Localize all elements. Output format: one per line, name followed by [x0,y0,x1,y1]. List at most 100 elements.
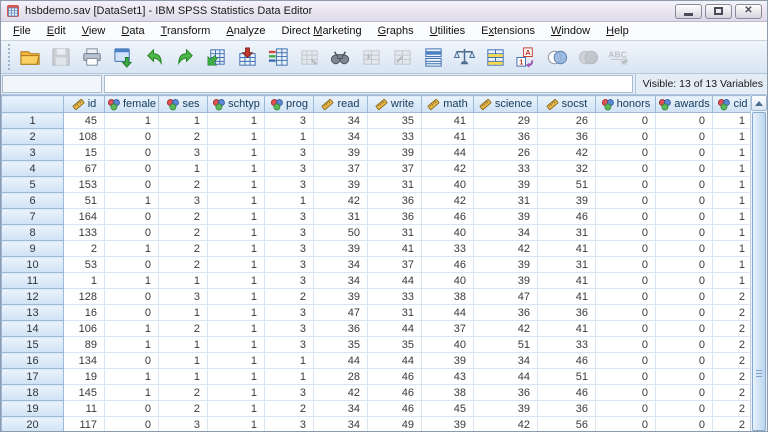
cell-ses-row8[interactable]: 2 [158,224,208,241]
cell-science-row13[interactable]: 36 [473,304,538,321]
menu-data[interactable]: Data [113,23,152,39]
row-number-7[interactable]: 7 [1,208,64,225]
cell-math-row19[interactable]: 45 [421,400,474,417]
cell-cid-row19[interactable]: 2 [712,400,750,417]
cell-ses-row4[interactable]: 1 [158,160,208,177]
cell-cid-row18[interactable]: 2 [712,384,750,401]
cell-id-row10[interactable]: 53 [63,256,105,273]
row-number-10[interactable]: 10 [1,256,64,273]
cell-female-row17[interactable]: 1 [104,368,159,385]
cell-awards-row15[interactable]: 0 [655,336,713,353]
cell-science-row10[interactable]: 39 [473,256,538,273]
cell-ses-row20[interactable]: 3 [158,416,208,431]
cell-schtyp-row4[interactable]: 1 [207,160,265,177]
goto-variable-button[interactable] [232,43,263,72]
cell-id-row2[interactable]: 108 [63,128,105,145]
cell-science-row3[interactable]: 26 [473,144,538,161]
cell-awards-row3[interactable]: 0 [655,144,713,161]
cell-ses-row15[interactable]: 1 [158,336,208,353]
cell-write-row20[interactable]: 49 [367,416,422,431]
cell-write-row1[interactable]: 35 [367,112,422,129]
cell-socst-row15[interactable]: 33 [537,336,596,353]
cell-awards-row18[interactable]: 0 [655,384,713,401]
cell-socst-row19[interactable]: 36 [537,400,596,417]
cell-ses-row7[interactable]: 2 [158,208,208,225]
cell-read-row20[interactable]: 34 [313,416,368,431]
cell-write-row2[interactable]: 33 [367,128,422,145]
cell-socst-row10[interactable]: 31 [537,256,596,273]
col-header-honors[interactable]: honors [595,95,656,113]
cell-socst-row2[interactable]: 36 [537,128,596,145]
row-number-15[interactable]: 15 [1,336,64,353]
cell-math-row17[interactable]: 43 [421,368,474,385]
row-number-12[interactable]: 12 [1,288,64,305]
row-number-4[interactable]: 4 [1,160,64,177]
menu-window[interactable]: Window [543,23,598,39]
cell-ses-row13[interactable]: 1 [158,304,208,321]
row-number-13[interactable]: 13 [1,304,64,321]
close-button[interactable]: ✕ [735,3,762,19]
cell-ses-row9[interactable]: 2 [158,240,208,257]
cell-schtyp-row1[interactable]: 1 [207,112,265,129]
cell-socst-row7[interactable]: 46 [537,208,596,225]
cell-write-row8[interactable]: 31 [367,224,422,241]
cell-science-row20[interactable]: 42 [473,416,538,431]
cell-write-row6[interactable]: 36 [367,192,422,209]
cell-math-row14[interactable]: 37 [421,320,474,337]
cell-reference-box[interactable] [2,75,102,93]
cell-cid-row6[interactable]: 1 [712,192,750,209]
menu-file[interactable]: File [5,23,39,39]
cell-cid-row4[interactable]: 1 [712,160,750,177]
cell-socst-row14[interactable]: 41 [537,320,596,337]
cell-honors-row8[interactable]: 0 [595,224,656,241]
col-header-prog[interactable]: prog [264,95,314,113]
cell-id-row11[interactable]: 1 [63,272,105,289]
recall-dialogs-button[interactable] [108,43,139,72]
cell-math-row13[interactable]: 44 [421,304,474,321]
cell-math-row5[interactable]: 40 [421,176,474,193]
cell-female-row4[interactable]: 0 [104,160,159,177]
cell-math-row1[interactable]: 41 [421,112,474,129]
cell-female-row12[interactable]: 0 [104,288,159,305]
menu-direct-marketing[interactable]: Direct Marketing [273,23,369,39]
cell-cid-row3[interactable]: 1 [712,144,750,161]
cell-prog-row3[interactable]: 3 [264,144,314,161]
cell-awards-row14[interactable]: 0 [655,320,713,337]
row-number-5[interactable]: 5 [1,176,64,193]
cell-write-row7[interactable]: 36 [367,208,422,225]
cell-socst-row5[interactable]: 51 [537,176,596,193]
cell-ses-row18[interactable]: 2 [158,384,208,401]
cell-awards-row8[interactable]: 0 [655,224,713,241]
cell-socst-row6[interactable]: 39 [537,192,596,209]
cell-female-row14[interactable]: 1 [104,320,159,337]
cell-cid-row10[interactable]: 1 [712,256,750,273]
row-number-1[interactable]: 1 [1,112,64,129]
cell-science-row19[interactable]: 39 [473,400,538,417]
cell-socst-row1[interactable]: 26 [537,112,596,129]
cell-read-row15[interactable]: 35 [313,336,368,353]
cell-socst-row11[interactable]: 41 [537,272,596,289]
cell-read-row12[interactable]: 39 [313,288,368,305]
cell-awards-row9[interactable]: 0 [655,240,713,257]
cell-schtyp-row2[interactable]: 1 [207,128,265,145]
cell-write-row5[interactable]: 31 [367,176,422,193]
cell-schtyp-row17[interactable]: 1 [207,368,265,385]
cell-math-row7[interactable]: 46 [421,208,474,225]
print-button[interactable] [77,43,108,72]
cell-ses-row17[interactable]: 1 [158,368,208,385]
cell-science-row5[interactable]: 39 [473,176,538,193]
row-number-8[interactable]: 8 [1,224,64,241]
cell-read-row1[interactable]: 34 [313,112,368,129]
cell-honors-row18[interactable]: 0 [595,384,656,401]
select-cases-button[interactable] [480,43,511,72]
cell-math-row20[interactable]: 39 [421,416,474,431]
cell-read-row7[interactable]: 31 [313,208,368,225]
cell-science-row18[interactable]: 36 [473,384,538,401]
cell-female-row3[interactable]: 0 [104,144,159,161]
cell-schtyp-row6[interactable]: 1 [207,192,265,209]
cell-read-row9[interactable]: 39 [313,240,368,257]
menu-transform[interactable]: Transform [153,23,219,39]
cell-female-row8[interactable]: 0 [104,224,159,241]
cell-write-row4[interactable]: 37 [367,160,422,177]
cell-schtyp-row20[interactable]: 1 [207,416,265,431]
